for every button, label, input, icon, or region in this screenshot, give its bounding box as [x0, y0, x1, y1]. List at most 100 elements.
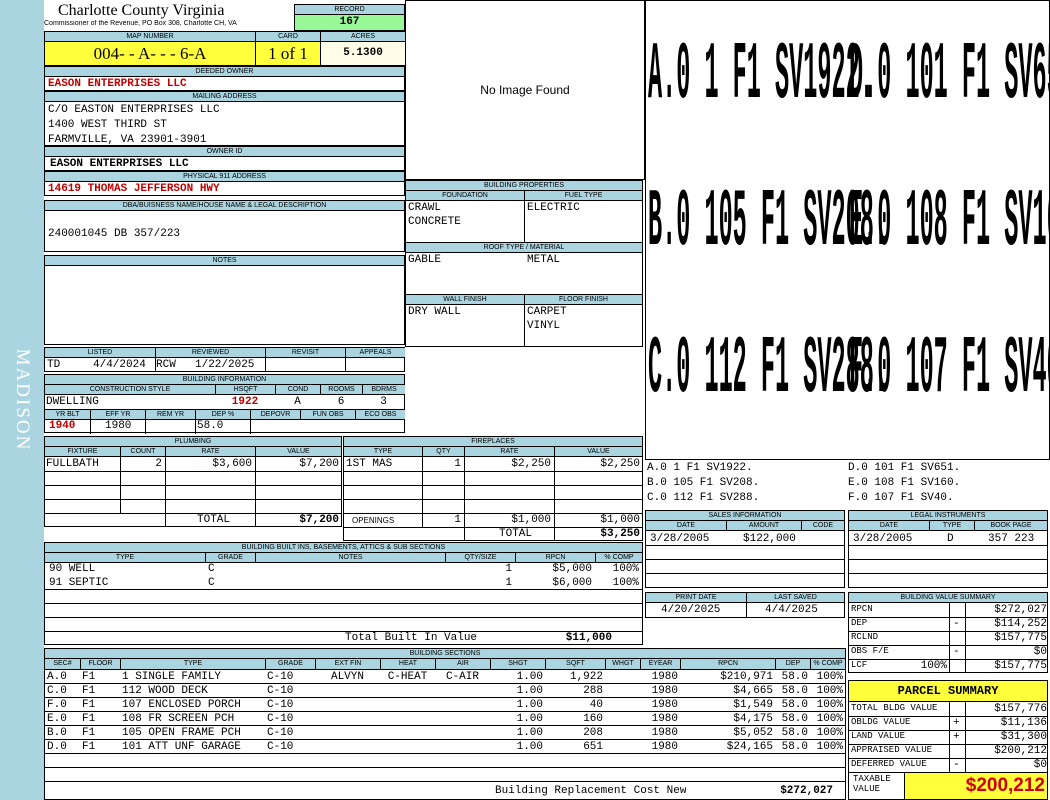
listed-box: LISTED REVIEWED REVISIT APPEALS TD 4/4/2… [44, 347, 405, 372]
section-rpcn: $4,175 [733, 713, 773, 725]
reviewed-by: RCW [156, 359, 176, 371]
bvs-rpcn-label: RPCN [851, 604, 873, 614]
section-sqft: 1,922 [569, 671, 603, 683]
fireplaces-title: FIREPLACES [344, 437, 642, 447]
bvs-obs: $0 [1033, 646, 1047, 658]
fireplace-value: $2,250 [600, 458, 640, 470]
parcel-bldg-label: TOTAL BLDG VALUE [851, 703, 938, 713]
plumbing-h-fixture: FIXTURE [45, 447, 120, 457]
section-dep: 58.0 [781, 685, 808, 697]
sections-h-sec: SEC# [53, 660, 72, 667]
foundation-1: CRAWL [408, 202, 442, 214]
floor-1: CARPET [527, 306, 567, 318]
plumbing-h-rate: RATE [165, 447, 255, 457]
sections-header-row: SEC# FLOOR TYPE GRADE EXT FIN HEAT AIR SHGT SQFT… [45, 659, 845, 670]
floor-label: FLOOR FINISH [524, 295, 642, 305]
fireplaces-h-type: TYPE [344, 447, 422, 457]
sections-h-comp: % COMP [810, 659, 845, 669]
header: Charlotte County Virginia Commissioner o… [44, 0, 294, 31]
fuel-value: ELECTRIC [527, 202, 580, 214]
listed-by: TD [47, 359, 61, 371]
deeded-owner-label: DEEDED OWNER [45, 67, 404, 77]
legal-date: 3/28/2005 [853, 533, 913, 545]
parcel-deferred: $0 [1033, 759, 1047, 771]
building-info-title: BUILDING INFORMATION [45, 375, 404, 385]
sales-date: 3/28/2005 [650, 533, 710, 545]
plumbing-value: $7,200 [299, 458, 339, 470]
depovr-label: DEPOVR [250, 410, 300, 420]
parcel-land-label: LAND VALUE [851, 731, 906, 741]
building-sections: BUILDING SECTIONS SEC# FLOOR TYPE GRADE EXT … [44, 648, 846, 800]
section-shgt: 1.00 [516, 699, 543, 711]
effyr-label: EFF YR [90, 410, 145, 420]
mailing-line1: C/O EASTON ENTERPRISES LLC [48, 104, 220, 116]
sketch-label-f: F.0 107 F1 SV40. [849, 323, 1050, 416]
district-label: MADISON [12, 348, 33, 452]
yrblt-value: 1940 [49, 420, 76, 432]
wall-value: DRY WALL [408, 306, 461, 318]
sections-h-type: TYPE [120, 659, 265, 669]
row-divider [45, 683, 845, 684]
builtin-2-grade: C [208, 577, 215, 589]
sections-h-whgt: WHGT [605, 659, 640, 669]
section-rpcn: $210,971 [720, 671, 773, 683]
reviewed-date: 1/22/2025 [195, 359, 255, 371]
section-type: 107 ENCLOSED PORCH [122, 699, 241, 711]
builtins-h-comp: % COMP [595, 553, 642, 563]
bvs-title: BUILDING VALUE SUMMARY [849, 593, 1047, 603]
section-rpcn: $24,165 [726, 741, 773, 753]
notes-box: NOTES [44, 255, 405, 345]
section-floor: F1 [82, 713, 96, 725]
section-type: 101 ATT UNF GARAGE [122, 741, 241, 753]
builtin-1-type: 90 WELL [49, 563, 96, 575]
section-grade: C-10 [267, 685, 294, 697]
sections-total: $272,027 [780, 785, 833, 797]
section-comp: 100% [816, 713, 843, 725]
roof-material: METAL [527, 254, 561, 266]
sales-h-date: DATE [646, 521, 726, 531]
section-sqft: 40 [589, 699, 603, 711]
row-divider [45, 767, 845, 768]
legal-h-date: DATE [849, 521, 929, 531]
section-sec: B.0 [47, 727, 67, 739]
fireplace-type: 1ST MAS [346, 458, 393, 470]
fireplaces: FIREPLACES TYPE QTY RATE VALUE 1ST MAS 1… [343, 436, 643, 541]
parcel-obldg-label: OBLDG VALUE [851, 717, 911, 727]
deeded-owner-box: DEEDED OWNER EASON ENTERPRISES LLC [44, 66, 405, 91]
section-rpcn: $4,665 [733, 685, 773, 697]
fireplaces-h-rate: RATE [464, 447, 554, 457]
row-divider [45, 725, 845, 726]
section-floor: F1 [82, 685, 96, 697]
record-value: 167 [295, 15, 404, 30]
sales-amount: $122,000 [743, 533, 796, 545]
section-row: E.0 F1 108 FR SCREEN PCH C-10 1.00 160 1980 $4,… [45, 712, 845, 726]
section-dep: 58.0 [781, 713, 808, 725]
map-row: MAP NUMBER CARD ACRES 004- - A- - - 6-A … [44, 31, 405, 66]
style-value: DWELLING [46, 396, 99, 408]
sections-h-rpcn: RPCN [680, 659, 775, 669]
section-shgt: 1.00 [516, 685, 543, 697]
sections-body: A.0 F1 1 SINGLE FAMILY C-10 ALVYN C-HEAT C-AIR… [45, 670, 845, 782]
roof-type: GABLE [408, 254, 442, 266]
section-rpcn: $5,052 [733, 727, 773, 739]
section-sec: E.0 [47, 713, 67, 725]
saved-label: LAST SAVED [746, 593, 844, 603]
section-comp: 100% [816, 671, 843, 683]
section-shgt: 1.00 [516, 741, 543, 753]
parcel-bldg: $157,776 [994, 703, 1047, 715]
remyr-label: REM YR [145, 410, 195, 420]
section-shgt: 1.00 [516, 713, 543, 725]
section-comp: 100% [816, 685, 843, 697]
dba-box: DBA/BUISNESS NAME/HOUSE NAME & LEGAL DES… [44, 200, 405, 252]
parcel-obldg: $11,136 [1000, 717, 1047, 729]
record-label: RECORD [295, 5, 404, 15]
section-sec: D.0 [47, 741, 67, 753]
fireplaces-h-qty: QTY [422, 447, 464, 457]
builtin-2-comp: 100% [612, 577, 639, 589]
building-value-summary: BUILDING VALUE SUMMARY RPCN $272,027 DEP… [848, 592, 1048, 673]
plumbing-total: $7,200 [299, 514, 339, 526]
sections-h-shgt: SHGT [490, 659, 545, 669]
section-eyear: 1980 [651, 741, 678, 753]
mailing-line3: FARMVILLE, VA 23901-3901 [48, 134, 207, 146]
card-label: CARD [255, 32, 320, 42]
